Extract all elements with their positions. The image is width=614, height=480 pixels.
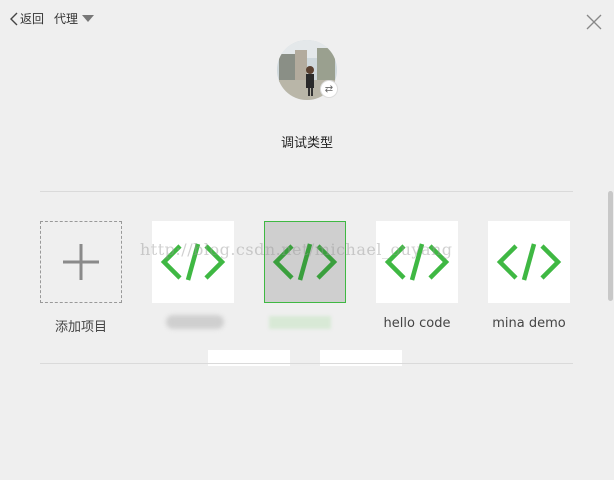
page-title: 调试类型 [280,136,333,151]
project-tile-hello-code[interactable] [376,221,458,303]
plus-icon [63,244,99,280]
project-label-obscured [166,315,224,329]
project-tile-selected[interactable] [264,221,346,303]
code-icon [384,243,450,281]
code-icon [160,243,226,281]
swap-icon: ⇄ [324,83,334,95]
project-tile-mina-demo[interactable] [488,221,570,303]
chevron-left-icon [10,12,18,25]
project-tile[interactable] [152,221,234,303]
switch-account-button[interactable]: ⇄ [320,80,338,98]
caret-down-icon [82,14,95,22]
project-label: mina demo [492,316,566,331]
proxy-label: 代理 [54,12,79,26]
code-icon [496,243,562,281]
add-project-button[interactable] [40,221,122,303]
proxy-dropdown[interactable]: 代理 [54,10,95,27]
project-label-obscured [269,316,331,329]
back-button[interactable]: 返回 [9,10,44,27]
code-icon [272,243,338,281]
add-project-label: 添加项目 [54,320,107,335]
project-label: hello code [383,316,451,331]
scrollbar[interactable] [608,191,613,301]
top-divider [40,191,573,192]
back-label: 返回 [20,12,45,26]
bottom-divider [40,363,573,364]
close-icon[interactable] [586,14,602,30]
debug-type-window: 返回 代理 ⇄ 调试类型 添加项目 hello code mina demo h… [0,0,614,480]
